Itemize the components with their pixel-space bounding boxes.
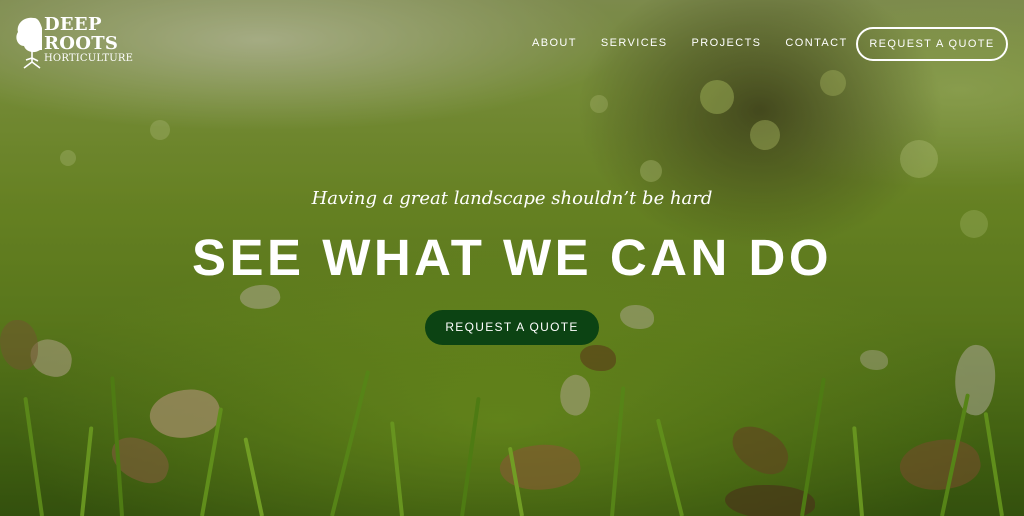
brand-wordmark: DEEP ROOTS HORTICULTURE [44, 15, 133, 65]
nav-request-quote-button[interactable]: REQUEST A QUOTE [856, 27, 1008, 61]
brand-line-deep: DEEP [44, 14, 102, 35]
brand-line-horticulture: HORTICULTURE [44, 53, 134, 64]
brand-logo[interactable]: DEEP ROOTS HORTICULTURE [14, 14, 134, 70]
hero-tagline: Having a great landscape shouldn’t be ha… [311, 188, 713, 209]
hero-request-quote-button[interactable]: REQUEST A QUOTE [425, 310, 599, 345]
main-nav: ABOUT SERVICES PROJECTS CONTACT [532, 37, 872, 49]
nav-link-about[interactable]: ABOUT [532, 37, 577, 49]
hero-headline: SEE WHAT WE CAN DO [191, 229, 833, 286]
nav-link-contact[interactable]: CONTACT [785, 37, 847, 49]
brand-line-roots: ROOTS [44, 33, 119, 54]
nav-link-services[interactable]: SERVICES [601, 37, 668, 49]
nav-link-projects[interactable]: PROJECTS [692, 37, 762, 49]
